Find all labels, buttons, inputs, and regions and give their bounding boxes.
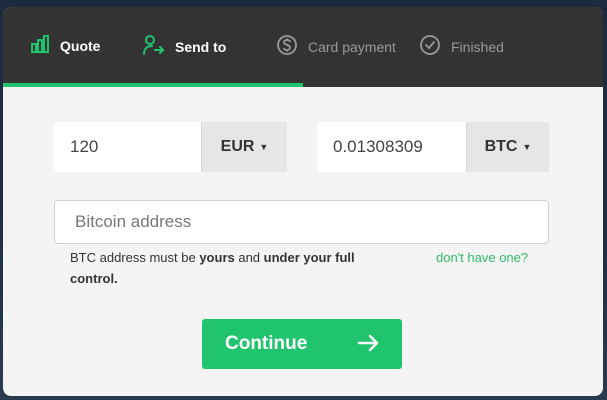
crypto-amount-group: 0.01308309 BTC ▼ [317,122,549,172]
bar-chart-icon [30,34,50,57]
user-arrow-icon [143,34,165,59]
currency-label: BTC [484,138,518,155]
currency-label: EUR [220,138,255,155]
arrow-right-icon [356,331,380,361]
fiat-currency-select[interactable]: EUR ▼ [201,122,287,172]
step-send-to[interactable]: Send to [143,34,226,59]
note-bold: yours [199,250,235,265]
fiat-amount-input[interactable]: 120 [54,137,201,157]
fiat-amount-group: 120 EUR ▼ [54,122,287,172]
note-text: BTC address must be [70,250,200,265]
step-label: Quote [60,37,101,54]
step-header: Quote Send to Card payment Finished [3,7,603,87]
step-finished[interactable]: Finished [419,34,504,59]
address-placeholder: Bitcoin address [75,212,192,231]
step-label: Send to [175,38,227,55]
continue-label: Continue [225,333,308,354]
exchange-card: Quote Send to Card payment Finished 120 … [3,7,603,396]
note-text: and [234,250,264,265]
crypto-amount-input[interactable]: 0.01308309 [317,137,466,157]
quote-form: 120 EUR ▼ 0.01308309 BTC ▼ Bitcoin addre… [3,87,603,396]
dollar-circle-icon [276,34,298,59]
step-quote[interactable]: Quote [30,34,100,57]
caret-down-icon: ▼ [259,142,269,152]
step-label: Finished [451,38,504,55]
continue-button[interactable]: Continue [202,319,402,369]
dont-have-address-link[interactable]: don't have one? [436,247,528,268]
step-label: Card payment [308,38,396,55]
caret-down-icon: ▼ [522,142,532,152]
step-card-payment[interactable]: Card payment [276,34,396,59]
bitcoin-address-input[interactable]: Bitcoin address [54,200,549,244]
check-circle-icon [419,34,441,59]
crypto-currency-select[interactable]: BTC ▼ [466,122,549,172]
address-note: BTC address must be yours and under your… [70,247,380,289]
note-text: . [114,271,118,286]
